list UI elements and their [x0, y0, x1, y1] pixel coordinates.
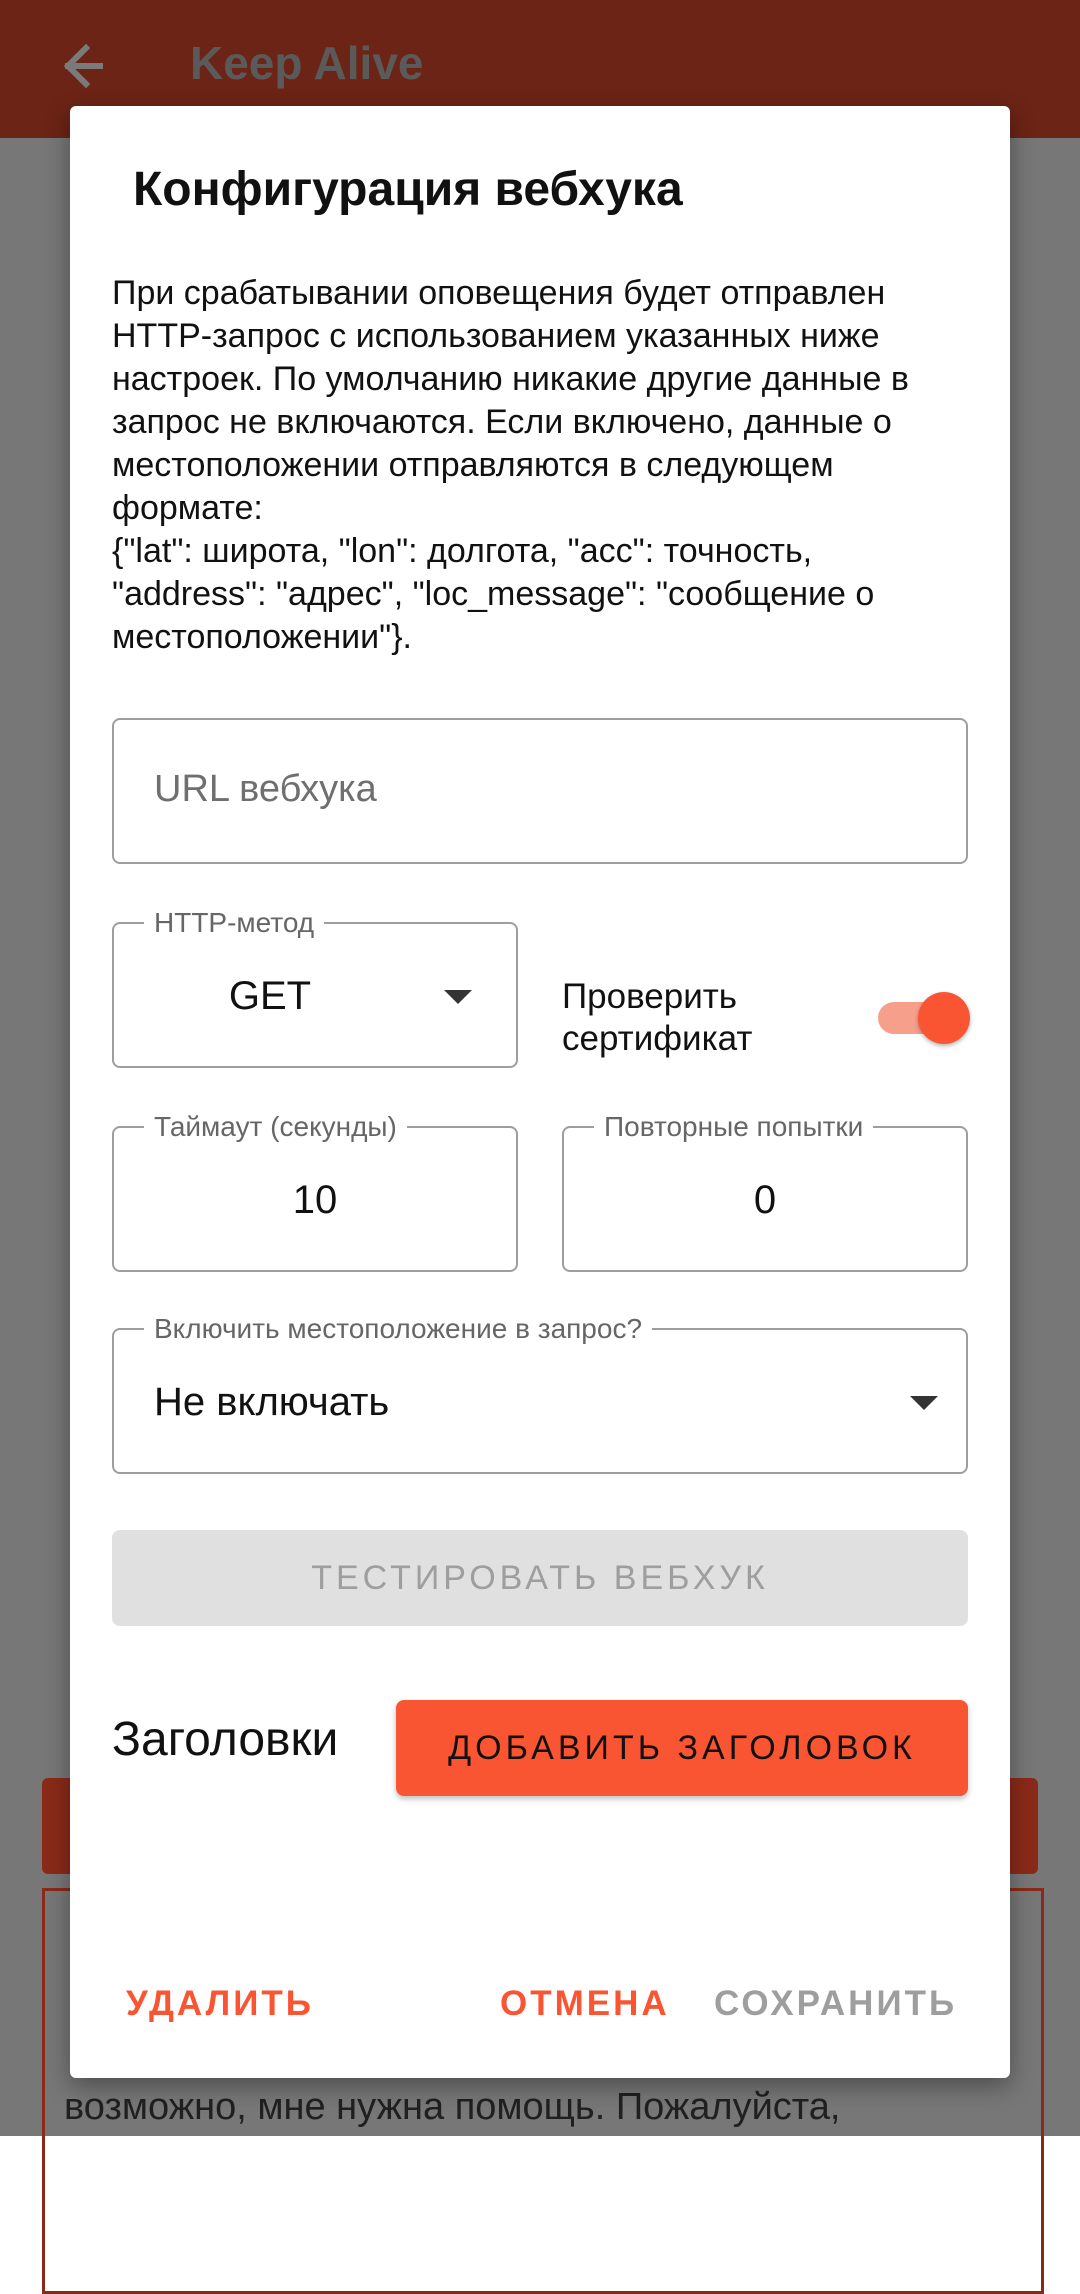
cancel-button[interactable]: ОТМЕНА [500, 1984, 670, 2024]
include-location-label: Включить местоположение в запрос? [144, 1314, 653, 1344]
save-button[interactable]: СОХРАНИТЬ [714, 1984, 957, 2024]
webhook-url-placeholder: URL вебхука [154, 768, 377, 810]
webhook-config-dialog: Конфигурация вебхука При срабатывании оп… [70, 106, 1010, 2078]
webhook-url-input[interactable]: URL вебхука [112, 718, 968, 864]
retries-value: 0 [753, 1178, 777, 1222]
headers-label: Заголовки [112, 1713, 339, 1766]
dropdown-caret-icon [444, 990, 472, 1004]
http-method-value: GET [228, 974, 312, 1018]
http-method-select[interactable]: HTTP-метод GET [112, 908, 518, 1068]
timeout-value: 10 [292, 1178, 338, 1222]
toggle-knob [918, 992, 970, 1044]
verify-cert-toggle[interactable] [878, 992, 970, 1044]
include-location-value: Не включать [154, 1380, 390, 1424]
dropdown-caret-icon [910, 1396, 938, 1410]
include-location-select[interactable]: Включить местоположение в запрос? Не вкл… [112, 1314, 968, 1474]
test-webhook-button[interactable]: ТЕСТИРОВАТЬ ВЕБХУК [112, 1530, 968, 1626]
timeout-label: Таймаут (секунды) [144, 1112, 407, 1142]
http-method-label: HTTP-метод [144, 908, 325, 938]
dialog-description: При срабатывании оповещения будет отправ… [112, 272, 972, 659]
description-format: {"lat": широта, "lon": долгота, "acc": т… [112, 532, 875, 656]
dialog-title: Конфигурация вебхука [133, 163, 683, 216]
verify-cert-label: Проверить сертификат [562, 977, 753, 1058]
timeout-input[interactable]: Таймаут (секунды) 10 [112, 1112, 518, 1272]
background-text: возможно, мне нужна помощь. Пожалуйста, [64, 2086, 841, 2128]
retries-label: Повторные попытки [594, 1112, 874, 1142]
back-arrow-icon[interactable] [46, 34, 110, 98]
retries-input[interactable]: Повторные попытки 0 [562, 1112, 968, 1272]
delete-button[interactable]: УДАЛИТЬ [126, 1984, 314, 2024]
app-title: Keep Alive [190, 37, 424, 89]
add-header-button[interactable]: ДОБАВИТЬ ЗАГОЛОВОК [396, 1700, 968, 1796]
description-text: При срабатывании оповещения будет отправ… [112, 274, 909, 527]
